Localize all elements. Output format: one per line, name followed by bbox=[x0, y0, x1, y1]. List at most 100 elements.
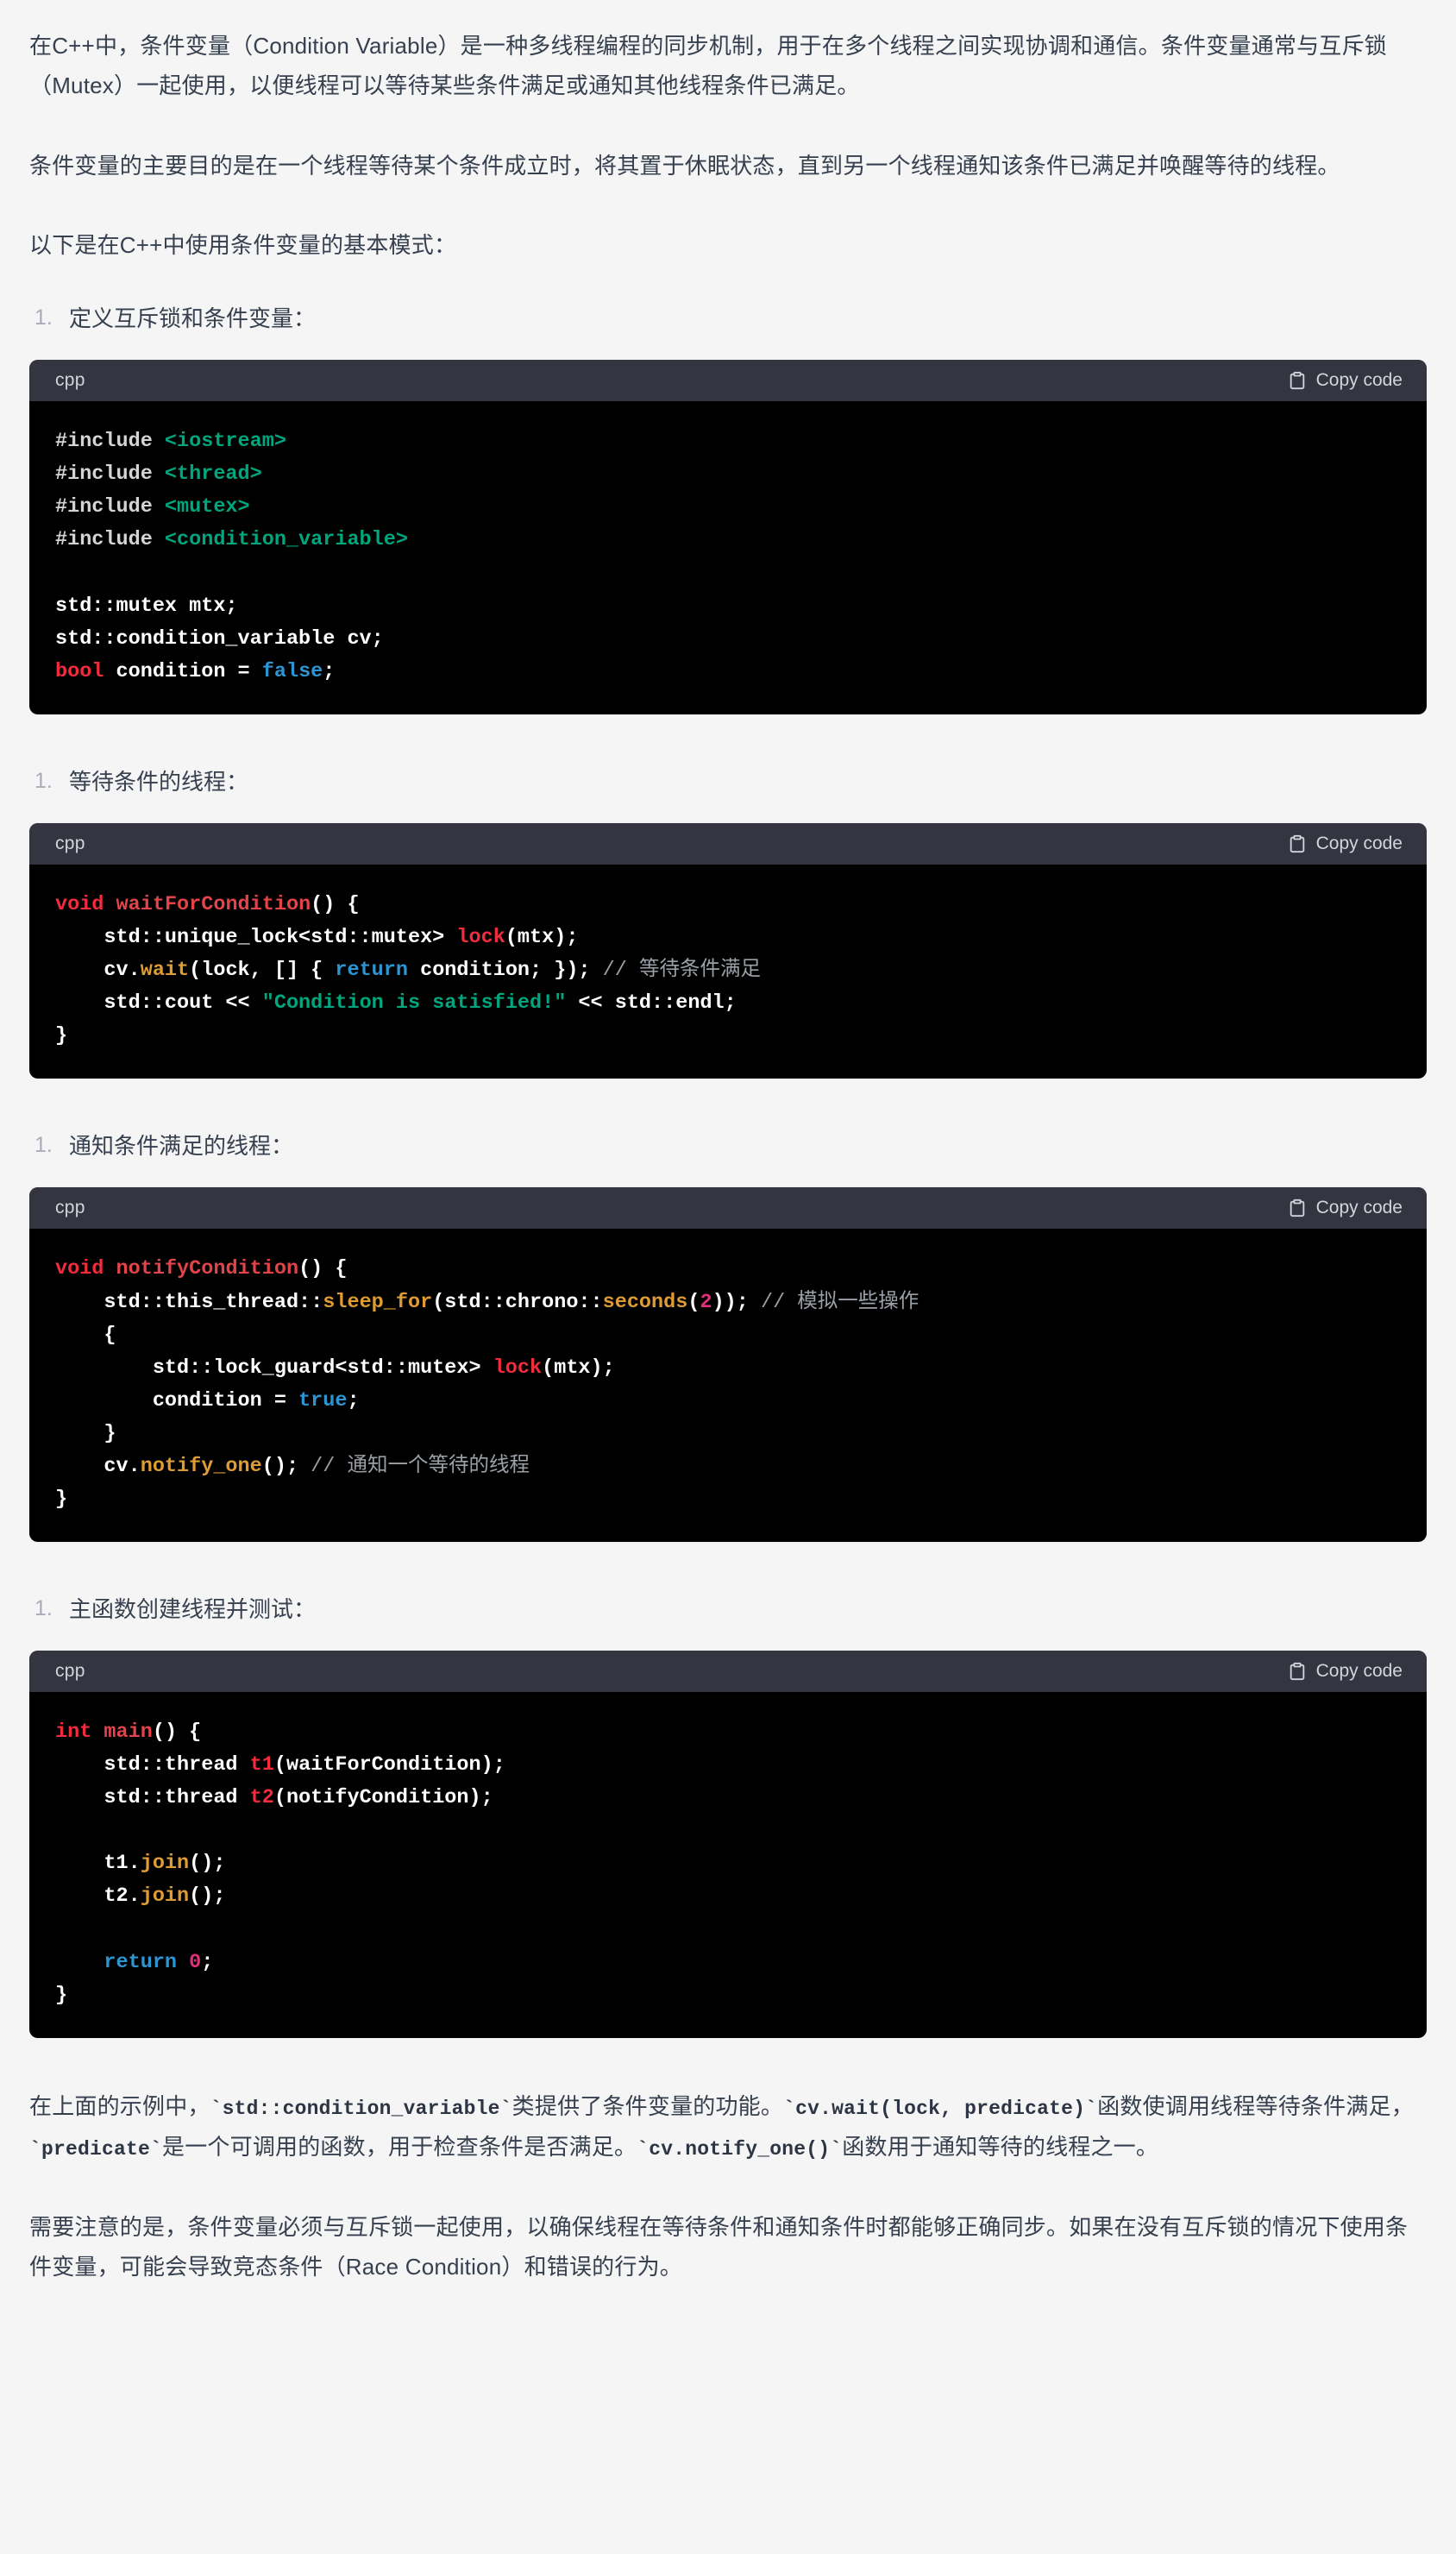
code-token: void bbox=[55, 892, 104, 916]
code-token: } bbox=[55, 1421, 116, 1445]
code-token: join bbox=[140, 1884, 190, 1909]
code-token: <mutex> bbox=[164, 495, 250, 519]
outro-paragraph-2: 需要注意的是，条件变量必须与互斥锁一起使用，以确保线程在等待条件和通知条件时都能… bbox=[29, 2213, 1409, 2280]
code-token: (mtx); bbox=[542, 1356, 615, 1380]
code-token: #include bbox=[55, 528, 165, 552]
code-token: (); bbox=[189, 1884, 226, 1909]
code-token: t2. bbox=[55, 1884, 141, 1909]
code-token: t2 bbox=[249, 1786, 274, 1810]
code-token: lock bbox=[493, 1356, 543, 1380]
code-token: void bbox=[55, 1257, 104, 1281]
list-item-label: 等待条件的线程： bbox=[69, 768, 249, 795]
copy-code-button[interactable]: Copy code bbox=[1288, 834, 1403, 854]
code-token: 0 bbox=[189, 1950, 202, 1974]
code-block: cpp Copy code void notifyCondition() { std… bbox=[29, 1187, 1427, 1542]
code-content: void notifyCondition() { std::this_threa… bbox=[29, 1229, 1427, 1542]
copy-code-label: Copy code bbox=[1315, 833, 1403, 853]
code-token: // 等待条件满足 bbox=[602, 959, 761, 983]
code-token: std::this_thread:: bbox=[55, 1290, 323, 1314]
code-token: (std::chrono:: bbox=[432, 1290, 603, 1314]
code-token: notify_one bbox=[140, 1454, 262, 1478]
code-token: } bbox=[55, 1024, 68, 1048]
code-token: // 模拟一些操作 bbox=[760, 1290, 919, 1314]
list-marker: 1. bbox=[35, 305, 53, 330]
code-token: // 通知一个等待的线程 bbox=[311, 1454, 530, 1478]
clipboard-icon bbox=[1288, 371, 1307, 390]
code-token: <thread> bbox=[164, 462, 262, 487]
code-token: std::unique_lock<std::mutex> bbox=[55, 926, 457, 949]
copy-code-button[interactable]: Copy code bbox=[1288, 370, 1403, 391]
code-token: condition; }); bbox=[408, 959, 603, 983]
list-item: 1. 定义互斥锁和条件变量： bbox=[35, 299, 1427, 337]
code-block: cpp Copy code int main() { std::thread t1(… bbox=[29, 1651, 1427, 2038]
code-token: bool bbox=[55, 659, 104, 683]
code-token: std::cout << bbox=[55, 991, 262, 1016]
code-token: ( bbox=[687, 1290, 700, 1314]
inline-code: `cv.wait(lock, predicate)` bbox=[783, 2097, 1098, 2120]
clipboard-icon bbox=[1288, 1662, 1307, 1681]
code-token: return bbox=[335, 959, 408, 983]
code-block-header: cpp Copy code bbox=[29, 822, 1427, 865]
copy-code-button[interactable]: Copy code bbox=[1288, 1661, 1403, 1682]
clipboard-icon bbox=[1288, 834, 1307, 853]
code-token: ; bbox=[201, 1950, 214, 1974]
paragraph-text: 是一个可调用的函数，用于检查条件是否满足。 bbox=[162, 2133, 637, 2160]
code-content: void waitForCondition() { std::unique_lo… bbox=[29, 865, 1427, 1079]
list-marker: 1. bbox=[35, 1595, 53, 1620]
code-token: wait bbox=[140, 959, 190, 983]
code-token: cv. bbox=[55, 959, 141, 983]
code-token: return bbox=[104, 1950, 178, 1974]
list-marker: 1. bbox=[35, 768, 53, 793]
code-token: (); bbox=[261, 1454, 311, 1478]
code-token: } bbox=[55, 1487, 68, 1511]
code-content: #include <iostream> #include <thread> #i… bbox=[29, 401, 1427, 714]
section-list: 1. 定义互斥锁和条件变量： bbox=[29, 299, 1427, 337]
code-token: cv. bbox=[55, 1454, 141, 1478]
code-block-header: cpp Copy code bbox=[29, 1651, 1427, 1693]
code-token: (); bbox=[189, 1852, 226, 1876]
code-token: <iostream> bbox=[164, 430, 286, 454]
inline-code: `predicate` bbox=[29, 2137, 163, 2161]
code-language-label: cpp bbox=[55, 833, 85, 853]
code-token: true bbox=[298, 1388, 348, 1412]
code-token: condition = bbox=[104, 659, 262, 683]
intro-paragraph-3: 以下是在C++中使用条件变量的基本模式： bbox=[29, 231, 457, 258]
section-list: 1. 等待条件的线程： bbox=[29, 763, 1427, 801]
inline-code: `std::condition_variable` bbox=[210, 2097, 512, 2120]
paragraph-text: 在上面的示例中， bbox=[29, 2092, 210, 2119]
code-token: 2 bbox=[700, 1290, 712, 1314]
copy-code-label: Copy code bbox=[1315, 370, 1403, 391]
code-token: )); bbox=[712, 1290, 761, 1314]
code-token: main bbox=[104, 1720, 153, 1745]
code-token: notifyCondition bbox=[116, 1257, 299, 1281]
code-block: cpp Copy code void waitForCondition() { st… bbox=[29, 822, 1427, 1079]
copy-code-label: Copy code bbox=[1315, 1198, 1403, 1218]
code-token: (notifyCondition); bbox=[273, 1786, 493, 1810]
code-token: std::condition_variable cv; bbox=[55, 626, 384, 651]
list-item: 1. 主函数创建线程并测试： bbox=[35, 1590, 1427, 1628]
code-token: lock bbox=[456, 926, 505, 949]
code-language-label: cpp bbox=[55, 1198, 85, 1218]
section-list: 1. 通知条件满足的线程： bbox=[29, 1127, 1427, 1165]
answer-content: 在C++中，条件变量（Condition Variable）是一种多线程编程的同… bbox=[0, 0, 1456, 2361]
copy-code-button[interactable]: Copy code bbox=[1288, 1198, 1403, 1218]
paragraph-text: 函数用于通知等待的线程之一。 bbox=[842, 2133, 1159, 2160]
code-token: (waitForCondition); bbox=[273, 1753, 505, 1777]
outro-paragraph-1: 在上面的示例中，`std::condition_variable`类提供了条件变… bbox=[29, 2086, 1427, 2167]
list-item-label: 主函数创建线程并测试： bbox=[69, 1595, 317, 1622]
code-token: waitForCondition bbox=[116, 892, 311, 916]
code-token: } bbox=[55, 1983, 68, 2007]
code-token: int bbox=[55, 1720, 92, 1745]
list-item-label: 通知条件满足的线程： bbox=[69, 1133, 294, 1160]
intro-paragraph-2: 条件变量的主要目的是在一个线程等待某个条件成立时，将其置于休眠状态，直到另一个线… bbox=[29, 152, 1340, 179]
code-token: (mtx); bbox=[505, 926, 579, 949]
code-token: sleep_for bbox=[323, 1290, 433, 1314]
copy-code-label: Copy code bbox=[1315, 1661, 1403, 1682]
code-token: std::lock_guard<std::mutex> bbox=[55, 1356, 493, 1380]
code-token: #include bbox=[55, 495, 165, 519]
code-token: << std::endl; bbox=[566, 991, 737, 1016]
